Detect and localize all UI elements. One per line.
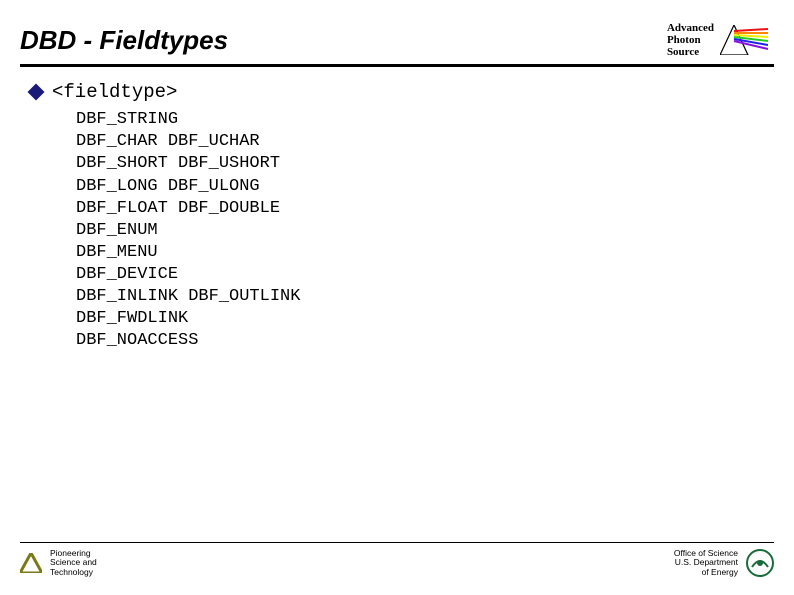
doe-seal-icon [746,549,774,577]
diamond-bullet-icon [28,84,45,101]
argonne-triangle-icon [20,553,42,573]
aps-logo-line1: Advanced [667,22,714,34]
code-line: DBF_STRING [76,109,774,131]
code-line: DBF_NOACCESS [76,330,774,352]
footer-right: Office of Science U.S. Department of Ene… [674,549,774,577]
footer-left-text: Pioneering Science and Technology [50,549,97,577]
footer-row: Pioneering Science and Technology Office… [20,549,774,577]
footer-right-line3: of Energy [674,568,738,577]
code-line: DBF_INLINK DBF_OUTLINK [76,286,774,308]
footer-right-text: Office of Science U.S. Department of Ene… [674,549,738,577]
aps-logo: Advanced Photon Source [667,22,768,58]
code-line: DBF_SHORT DBF_USHORT [76,153,774,175]
aps-logo-text: Advanced Photon Source [667,22,714,58]
code-line: DBF_FLOAT DBF_DOUBLE [76,198,774,220]
bullet-row: <fieldtype> [30,81,774,103]
slide-title: DBD - Fieldtypes [20,25,228,56]
code-line: DBF_DEVICE [76,264,774,286]
footer: Pioneering Science and Technology Office… [20,542,774,577]
code-line: DBF_MENU [76,242,774,264]
code-line: DBF_FWDLINK [76,308,774,330]
aps-logo-line2: Photon [667,34,714,46]
code-line: DBF_LONG DBF_ULONG [76,176,774,198]
footer-left-line3: Technology [50,568,97,577]
divider-bottom [20,542,774,543]
footer-left: Pioneering Science and Technology [20,549,97,577]
aps-logo-line3: Source [667,46,714,58]
code-line: DBF_CHAR DBF_UCHAR [76,131,774,153]
content: <fieldtype> DBF_STRING DBF_CHAR DBF_UCHA… [0,67,794,352]
code-line: DBF_ENUM [76,220,774,242]
slide: { "header": { "title": "DBD - Fieldtypes… [0,0,794,595]
prism-icon [720,25,768,55]
bullet-text: <fieldtype> [52,81,177,103]
title-row: DBD - Fieldtypes Advanced Photon Source [0,0,794,58]
code-list: DBF_STRING DBF_CHAR DBF_UCHAR DBF_SHORT … [30,109,774,352]
